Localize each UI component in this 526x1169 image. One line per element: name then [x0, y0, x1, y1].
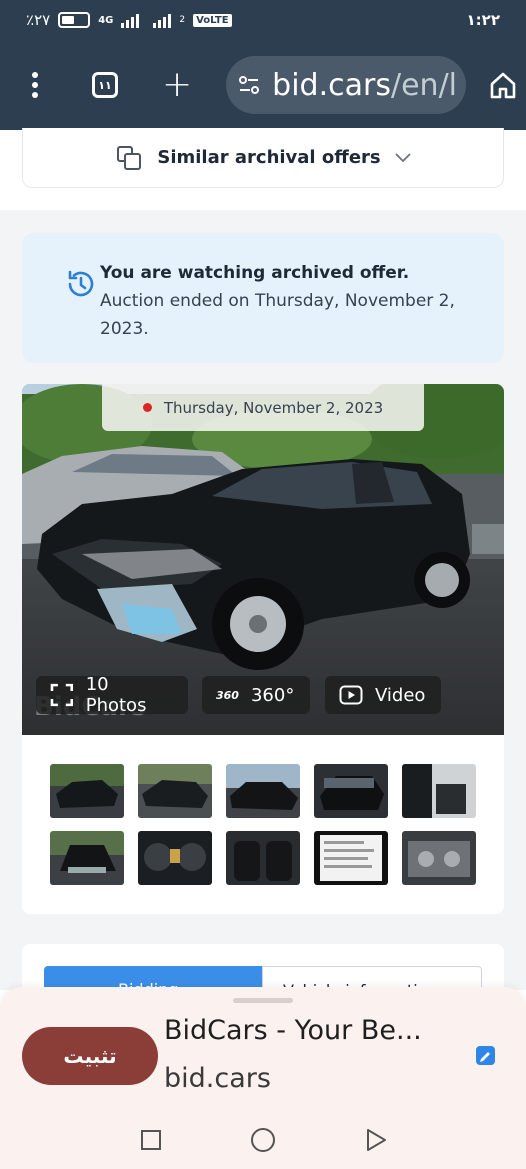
recents-icon[interactable]	[141, 1130, 161, 1150]
system-nav-bar	[0, 1113, 526, 1169]
url-host: bid.cars	[272, 67, 391, 103]
sheet-drag-handle[interactable]	[233, 998, 293, 1003]
archive-notice-subtitle: Auction ended on Thursday, November 2, 2…	[100, 291, 455, 339]
more-menu-icon[interactable]	[0, 72, 70, 98]
archive-notice-title: You are watching archived offer.	[100, 263, 410, 283]
back-icon[interactable]	[364, 1128, 388, 1152]
video-button[interactable]: Video	[325, 676, 441, 714]
thumbnail-1[interactable]	[50, 764, 124, 818]
thumbnail-8[interactable]	[226, 831, 300, 885]
view-360-label: 360°	[250, 684, 295, 706]
chevron-down-icon	[394, 152, 411, 162]
fullscreen-icon	[50, 683, 74, 707]
photos-button[interactable]: 10 Photos	[36, 674, 188, 716]
address-bar[interactable]: bid.cars/en/l	[226, 56, 467, 114]
main-vehicle-photo[interactable]: Thursday, November 2, 2023 BidCars 10 Ph…	[22, 384, 504, 735]
home-nav-icon[interactable]	[251, 1128, 275, 1152]
thumbnail-5[interactable]	[402, 764, 476, 818]
thumbnail-4[interactable]	[314, 764, 388, 818]
signal-icon	[121, 12, 140, 28]
thumbnail-grid	[50, 764, 476, 885]
network-type: 4G	[98, 14, 114, 26]
clock: ١:٢٢	[466, 11, 500, 29]
auction-date: Thursday, November 2, 2023	[163, 398, 384, 417]
url-path: /en/l	[390, 67, 458, 103]
status-bar: ٪٢٧ 4G 2 VoLTE ١:٢٢	[0, 0, 526, 40]
thumbnail-10[interactable]	[402, 831, 476, 885]
new-tab-icon[interactable]: +	[162, 67, 192, 103]
signal-icon	[153, 12, 172, 28]
thumbnail-7[interactable]	[138, 831, 212, 885]
rotate-360-icon: 360	[216, 688, 239, 702]
gallery-card: Thursday, November 2, 2023 BidCars 10 Ph…	[22, 384, 504, 914]
app-icon	[476, 1046, 495, 1065]
auction-date-pill: Thursday, November 2, 2023	[102, 384, 424, 431]
site-settings-icon[interactable]	[238, 74, 260, 96]
home-icon[interactable]	[488, 70, 518, 100]
video-label: Video	[375, 684, 426, 706]
video-play-icon	[339, 685, 363, 705]
archive-notice: You are watching archived offer. Auction…	[22, 233, 504, 363]
volte-badge: VoLTE	[193, 13, 232, 27]
status-dot-icon	[142, 403, 152, 412]
battery-percent: ٪٢٧	[26, 11, 51, 29]
browser-toolbar: ١١ + bid.cars/en/l	[0, 40, 526, 130]
photos-label: 10 Photos	[85, 674, 147, 716]
install-button[interactable]: تثبيت	[22, 1027, 158, 1085]
app-title: BidCars - Your Be...	[164, 1015, 422, 1046]
view-360-button[interactable]: 360 360°	[202, 676, 310, 714]
similar-offers-label: Similar archival offers	[157, 147, 381, 168]
install-app-sheet: تثبيت BidCars - Your Be... bid.cars	[0, 987, 526, 1169]
history-icon	[68, 270, 94, 297]
similar-offers-button[interactable]: Similar archival offers	[22, 128, 504, 188]
thumbnail-9[interactable]	[314, 831, 388, 885]
app-domain: bid.cars	[164, 1063, 271, 1094]
thumbnail-6[interactable]	[50, 831, 124, 885]
thumbnail-3[interactable]	[226, 764, 300, 818]
copy-icon	[117, 145, 142, 170]
tab-switcher-button[interactable]: ١١	[92, 72, 118, 98]
sim-index: 2	[179, 15, 186, 25]
thumbnail-2[interactable]	[138, 764, 212, 818]
battery-icon	[58, 12, 91, 28]
